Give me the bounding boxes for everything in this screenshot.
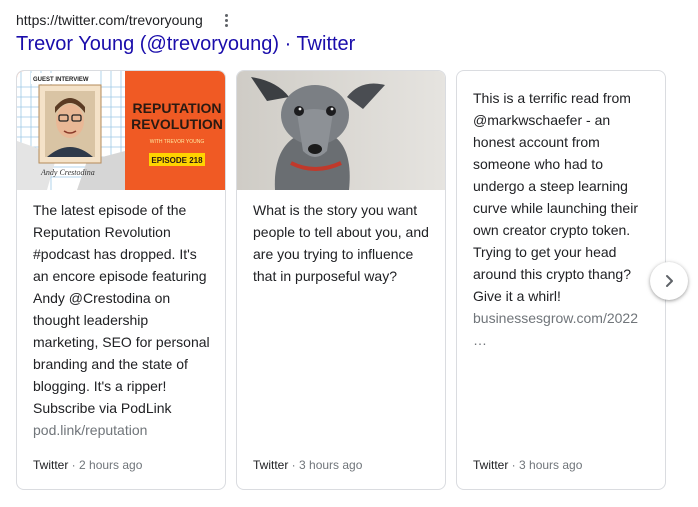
tweet-text: What is the story you want people to tel… [253,199,433,287]
tweet-link[interactable]: businessesgrow.com/2022 [473,310,638,326]
tweet-ellipsis: … [473,332,487,348]
tweet-time: · 3 hours ago [508,458,583,472]
tweet-meta: Twitter · 3 hours ago [253,458,362,472]
result-url-row: https://twitter.com/trevoryoung [16,10,203,30]
tweet-meta: Twitter · 2 hours ago [33,458,142,472]
cover-sub: WITH TREVOR YOUNG [150,139,205,145]
tweet-source: Twitter [473,458,509,472]
puppy-photo[interactable] [237,71,445,190]
tweet-body: What is the story you want people to tel… [253,202,429,284]
tweet-card-3[interactable]: This is a terrific read from @markwschae… [456,70,666,490]
more-options-icon[interactable] [219,11,233,29]
chevron-right-icon [666,275,673,287]
tweet-text: The latest episode of the Reputation Rev… [33,199,213,441]
cover-badge: GUEST INTERVIEW [33,77,89,83]
tweet-time: · 3 hours ago [288,458,363,472]
tweet-meta: Twitter · 3 hours ago [473,458,582,472]
cover-episode: EPISODE 218 [151,156,203,165]
tweet-time: · 2 hours ago [68,458,143,472]
tweet-body: The latest episode of the Reputation Rev… [33,202,210,416]
tweet-source: Twitter [33,458,69,472]
result-title-link[interactable]: Trevor Young (@trevoryoung) · Twitter [16,33,355,56]
tweet-body: This is a terrific read from @markwschae… [473,90,638,304]
tweet-card-2[interactable]: What is the story you want people to tel… [236,70,446,490]
carousel-next-button[interactable] [650,262,688,300]
cover-headline-1: REPUTATION [133,100,222,116]
cover-headline-2: REVOLUTION [131,116,223,132]
tweet-source: Twitter [253,458,289,472]
tweet-text: This is a terrific read from @markwschae… [473,87,651,351]
cover-signature: Andy Crestodina [40,168,95,177]
podcast-cover-image[interactable]: GUEST INTERVIEW Andy Crestodina REPUTATI… [17,71,225,190]
tweet-link[interactable]: pod.link/reputation [33,422,147,438]
tweet-card-1[interactable]: GUEST INTERVIEW Andy Crestodina REPUTATI… [16,70,226,490]
result-url[interactable]: https://twitter.com/trevoryoung [16,12,203,28]
